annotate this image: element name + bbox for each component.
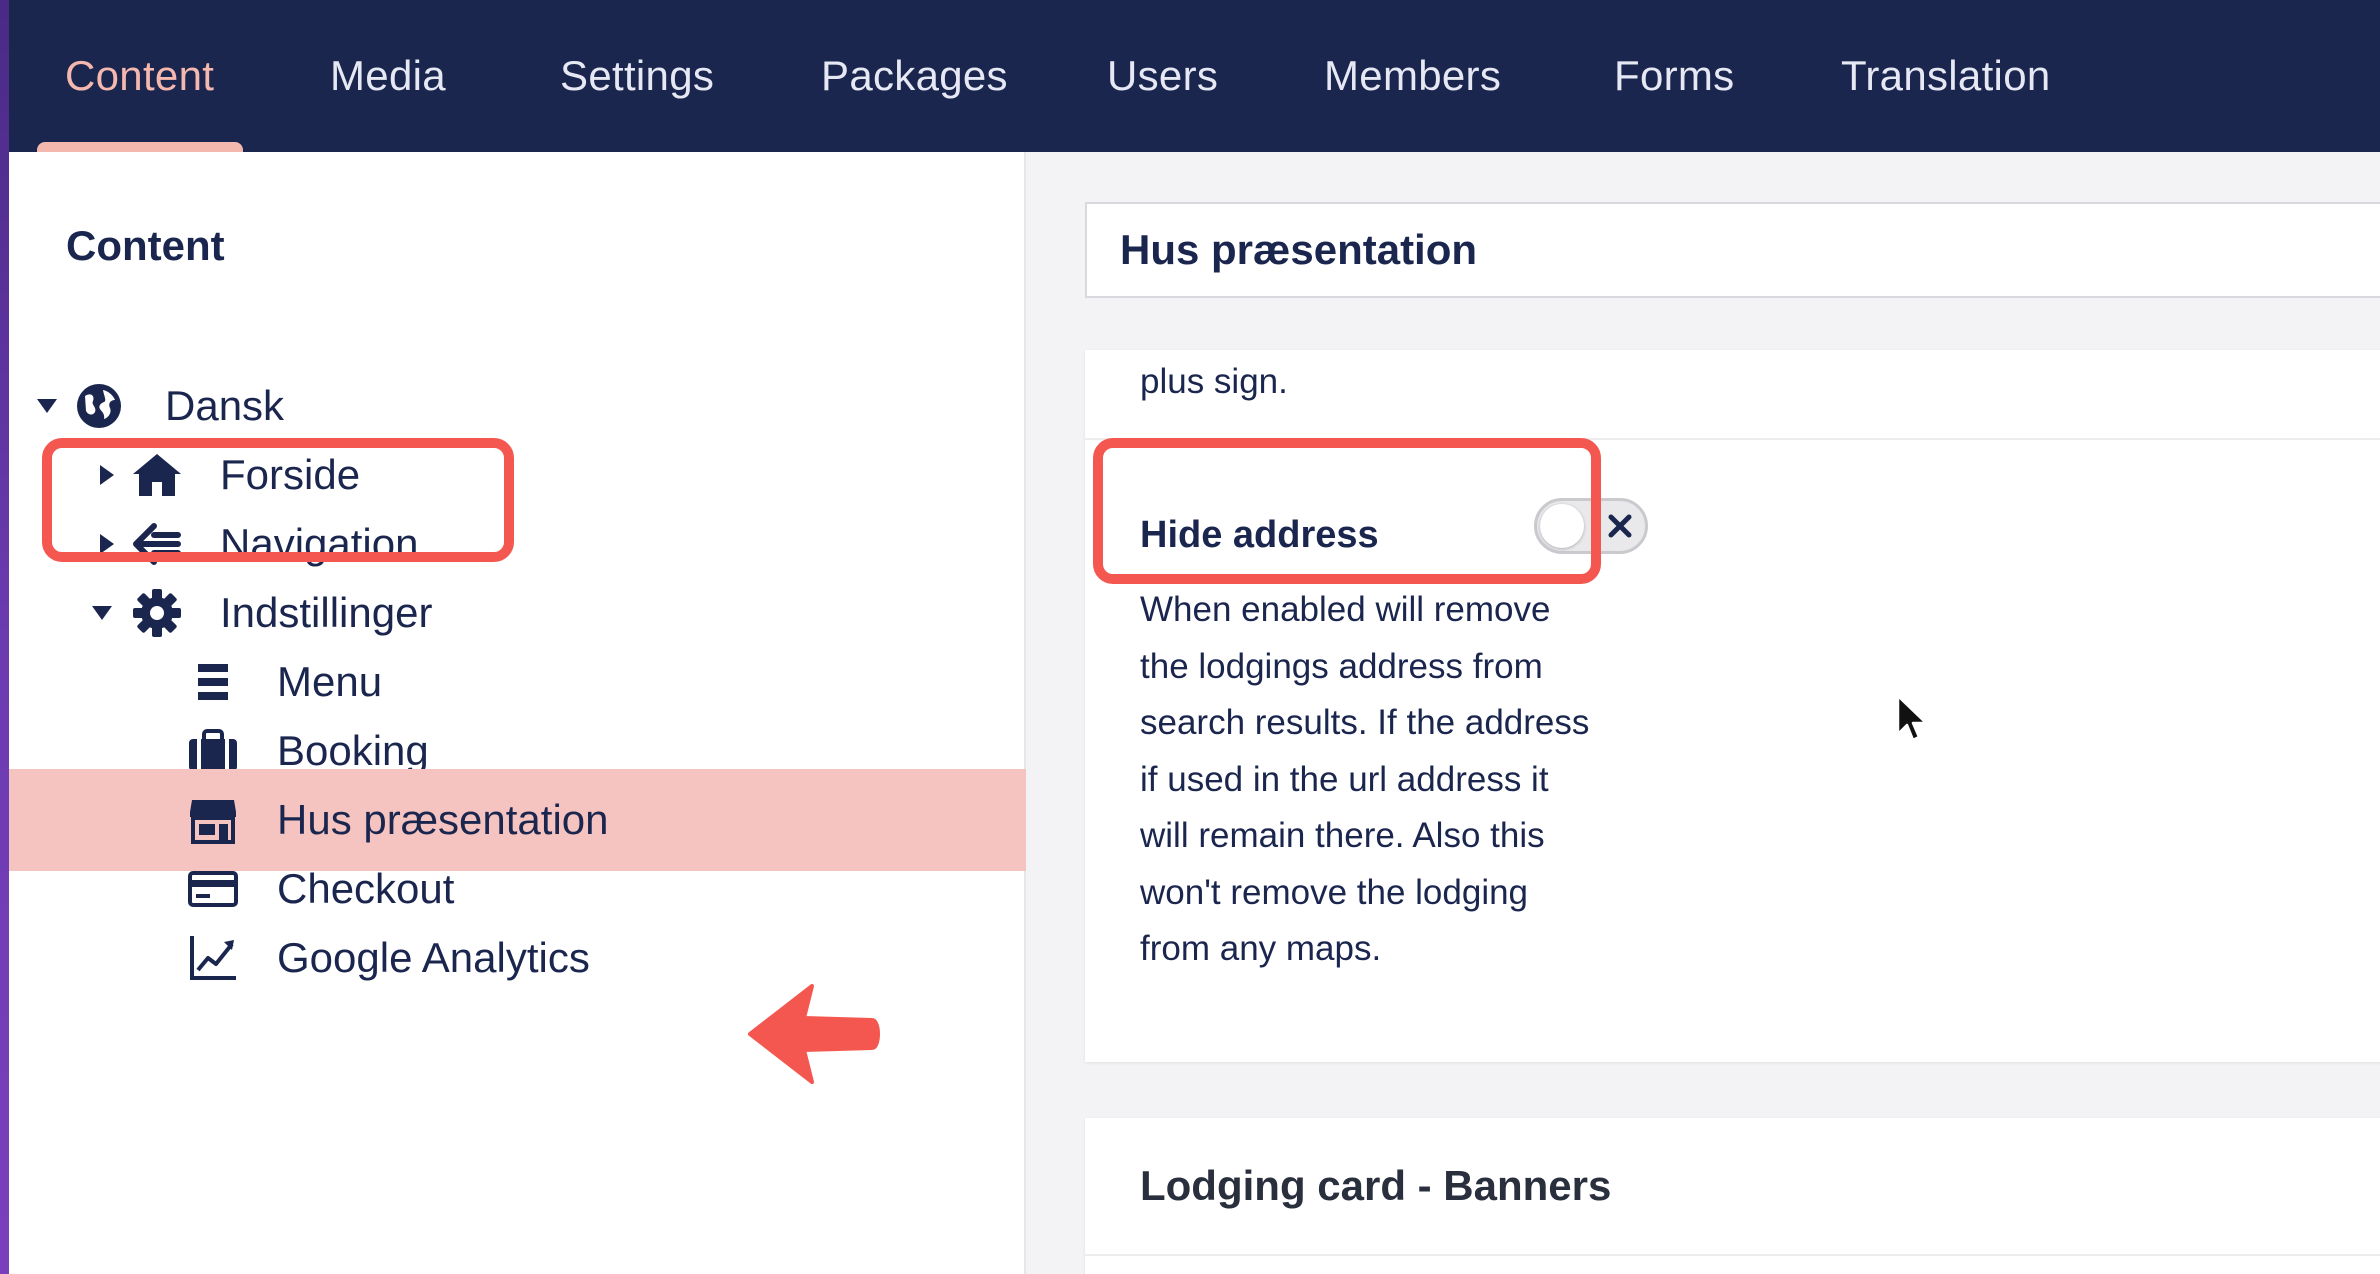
- help-line: the lodgings address from: [1140, 646, 1543, 686]
- properties-card: plus sign. Hide address When enabled wil…: [1085, 350, 2380, 1062]
- help-line: won't remove the lodging: [1140, 872, 1529, 912]
- active-tab-indicator: [37, 142, 243, 152]
- property-label-hide-address: Hide address: [1140, 514, 1379, 556]
- caret-down-icon[interactable]: [32, 391, 62, 421]
- help-line: will remain there. Also this: [1140, 816, 1545, 855]
- group-divider: [1085, 1254, 2380, 1256]
- close-icon: [1608, 514, 1632, 538]
- caret-down-icon[interactable]: [87, 598, 117, 628]
- hide-address-toggle[interactable]: [1534, 498, 1648, 554]
- tree-item-label: Forside: [220, 451, 361, 498]
- help-line: from any maps.: [1140, 929, 1382, 968]
- top-navigation: Content Media Settings Packages Users Me…: [9, 0, 2380, 152]
- tree-item-label: Booking: [277, 727, 429, 774]
- help-line: if used in the url address it: [1140, 759, 1549, 799]
- annotation-arrow-icon: [748, 984, 880, 1084]
- window-edge: [0, 0, 9, 1274]
- tab-packages[interactable]: Packages: [821, 0, 1008, 152]
- caret-right-icon[interactable]: [92, 460, 122, 490]
- toggle-knob: [1540, 504, 1584, 548]
- content-tree-sidebar: Content Dansk Forside Navigation Indstil…: [9, 152, 1026, 1274]
- tab-settings[interactable]: Settings: [560, 0, 714, 152]
- lodging-card-banners-group: Lodging card - Banners: [1085, 1118, 2380, 1274]
- tree-item-label: Hus præsentation: [277, 796, 609, 843]
- tree-item-label: Google Analytics: [277, 934, 590, 981]
- chart-line-icon: [185, 930, 241, 986]
- group-title: Lodging card - Banners: [1140, 1162, 1612, 1209]
- tab-translation[interactable]: Translation: [1841, 0, 2051, 152]
- property-help-text: When enabled will remove the lodgings ad…: [1140, 582, 1610, 978]
- mouse-cursor-icon: [1896, 694, 1928, 742]
- tab-users[interactable]: Users: [1107, 0, 1218, 152]
- tree-item-label: Checkout: [277, 865, 455, 912]
- property-divider: [1085, 438, 2380, 440]
- tree-item-label: Indstillinger: [220, 589, 433, 636]
- previous-property-description: plus sign.: [1140, 362, 1288, 401]
- tab-media[interactable]: Media: [330, 0, 446, 152]
- help-line: search results. If the address: [1140, 703, 1590, 742]
- caret-right-icon[interactable]: [92, 529, 122, 559]
- tab-members[interactable]: Members: [1324, 0, 1501, 152]
- tree-item-label: Navigation: [220, 520, 419, 567]
- node-name-input[interactable]: Hus præsentation: [1085, 202, 2380, 298]
- editor-panel: Hus præsentation plus sign. Hide address…: [1026, 152, 2380, 1274]
- tab-content[interactable]: Content: [65, 0, 214, 152]
- tree-item-label: Menu: [277, 658, 383, 705]
- tree-item-label: Dansk: [165, 382, 285, 429]
- help-line: When enabled will remove: [1140, 590, 1551, 629]
- tab-forms[interactable]: Forms: [1614, 0, 1735, 152]
- sidebar-title: Content: [66, 222, 225, 269]
